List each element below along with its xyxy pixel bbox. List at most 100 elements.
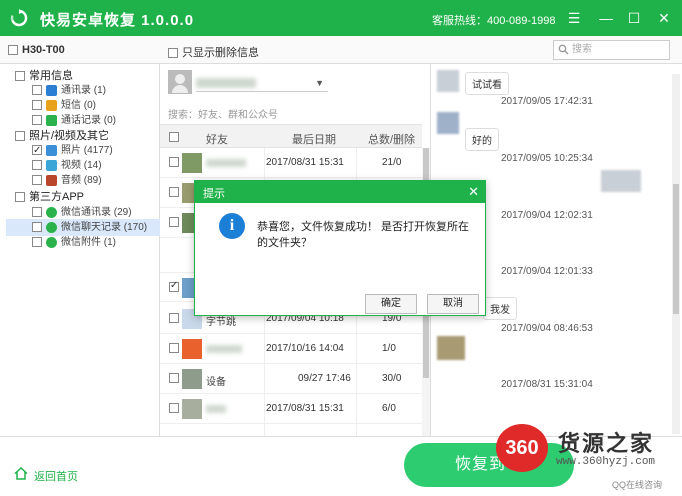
contact-avatar [182,339,202,359]
row-date: 09/27 17:46 [298,373,351,384]
row-count: 1/0 [382,343,396,354]
device-selector[interactable]: H30-T00 [8,44,65,56]
sidebar-item-wechat-contacts[interactable]: 微信通讯录 (29) [32,205,132,220]
category-label: 照片/视频及其它 [29,130,110,142]
row-checkbox[interactable] [169,187,179,197]
dialog-title: 提示 [203,188,225,200]
row-date: 2017/08/31 15:31 [266,157,344,168]
item-label: 微信通讯录 (29) [61,207,132,218]
sidebar-item-photos[interactable]: 照片 (4177) [32,143,113,158]
hotline-text: 客服热线：400-089-1998 [432,15,556,27]
site-watermark: 360 货源之家 www.360hyzj.com [496,424,682,480]
sidebar-item-wechat-chats[interactable]: 微信聊天记录 (170) [32,220,147,235]
category-common[interactable]: 常用信息 [15,69,73,84]
back-home-link[interactable]: 返回首页 [14,467,78,484]
cancel-button[interactable]: 取消 [427,294,479,314]
chat-message: 试试看 [465,72,509,95]
photo-icon [46,144,57,156]
watermark-name: 货源之家 [558,431,655,456]
dialog-close-icon[interactable]: ✕ [468,184,479,200]
sidebar-item-call-log[interactable]: 通话记录 (0) [32,113,116,128]
chat-avatar [601,170,641,192]
column-header-friend[interactable]: 好友 [206,131,228,147]
chat-timestamp: 2017/08/31 15:31:04 [501,379,593,390]
row-checkbox[interactable] [169,157,179,167]
table-row[interactable]: 2017/08/31 15:31 6/0 [160,394,422,424]
table-header: 好友 最后日期 总数/删除 [160,124,422,148]
chat-timestamp: 2017/09/04 08:46:53 [501,323,593,334]
item-checkbox[interactable] [32,175,42,186]
item-checkbox[interactable] [32,207,42,218]
info-icon: i [219,213,245,239]
sidebar-item-video[interactable]: 视频 (14) [32,158,102,173]
chevron-down-icon: ▼ [315,78,324,88]
scrollbar-thumb[interactable] [673,184,679,314]
minimize-icon[interactable]: — [596,8,616,28]
category-third-party[interactable]: 第三方APP [15,190,84,205]
contact-search-input[interactable]: 搜索：好友、群和公众号 [168,106,278,121]
category-sidebar: 常用信息 通讯录 (1) 短信 (0) 通话记录 (0) 照片/视频及其它 照片… [0,64,160,436]
contact-avatar [182,399,202,419]
account-dropdown[interactable]: ▼ [196,76,328,92]
call-log-icon [46,114,57,126]
item-checkbox[interactable] [32,85,42,96]
row-checkbox[interactable] [169,313,179,323]
item-label: 音频 (89) [61,175,102,186]
category-media[interactable]: 照片/视频及其它 [15,129,109,144]
only-deleted-checkbox[interactable] [168,48,178,59]
column-header-total-deleted[interactable]: 总数/删除 [368,131,415,147]
category-checkbox[interactable] [15,192,25,203]
menu-icon[interactable]: ☰ [564,8,584,28]
row-checkbox[interactable] [169,403,179,413]
blurred-contact-name [206,405,226,413]
back-home-label: 返回首页 [34,471,78,483]
ok-button[interactable]: 确定 [365,294,417,314]
close-icon[interactable]: ✕ [654,8,674,28]
maximize-icon[interactable]: ☐ [624,8,644,28]
chat-avatar [437,336,465,360]
app-title: 快易安卓恢复 1.0.0.0 [40,12,195,29]
device-checkbox[interactable] [8,45,18,56]
item-checkbox[interactable] [32,100,42,111]
chat-message: 我发 [483,297,517,320]
column-header-last-date[interactable]: 最后日期 [292,131,336,147]
sidebar-item-sms[interactable]: 短信 (0) [32,98,96,113]
table-row[interactable]: 2017/08/31 15:31 21/0 [160,148,422,178]
title-bar: 快易安卓恢复 1.0.0.0 客服热线：400-089-1998 ☰ — ☐ ✕ [0,0,682,36]
success-dialog: 提示 ✕ i 恭喜您，文件恢复成功！ 是否打开恢复所在的文件夹？ 确定 取消 [194,180,486,316]
select-all-checkbox[interactable] [169,132,179,142]
wechat-icon [46,221,57,233]
item-checkbox[interactable] [32,160,42,171]
sidebar-item-contacts[interactable]: 通讯录 (1) [32,83,106,98]
row-date: 2017/08/31 15:31 [266,403,344,414]
avatar [168,70,192,94]
contacts-icon [46,84,57,96]
item-checkbox[interactable] [32,115,42,126]
row-checkbox[interactable] [169,373,179,383]
item-label: 微信聊天记录 (170) [61,222,148,233]
table-row[interactable]: 2017/10/16 14:04 1/0 [160,334,422,364]
sidebar-item-wechat-attachments[interactable]: 微信附件 (1) [32,235,116,250]
item-label: 照片 (4177) [61,145,113,156]
category-checkbox[interactable] [15,131,25,142]
row-checkbox[interactable] [169,343,179,353]
watermark-url: www.360hyzj.com [556,456,656,468]
table-row[interactable]: 设备 09/27 17:46 30/0 [160,364,422,394]
chat-scrollbar[interactable] [672,74,680,434]
item-checkbox[interactable] [32,222,42,233]
device-bar: H30-T00 只显示删除信息 搜索 [0,36,682,64]
row-checkbox[interactable] [169,280,179,292]
only-deleted-filter[interactable]: 只显示删除信息 [168,44,259,60]
row-name: 设备 [206,377,226,388]
account-selector[interactable]: ▼ [168,70,328,96]
item-checkbox[interactable] [32,143,42,158]
chat-avatar [437,112,459,134]
category-checkbox[interactable] [15,71,25,82]
blurred-account-name [196,78,256,88]
sidebar-item-audio[interactable]: 音频 (89) [32,173,102,188]
row-checkbox[interactable] [169,217,179,227]
search-input[interactable]: 搜索 [553,40,670,60]
item-checkbox[interactable] [32,237,42,248]
chat-message: 好的 [465,128,499,151]
item-label: 通话记录 (0) [61,115,116,126]
